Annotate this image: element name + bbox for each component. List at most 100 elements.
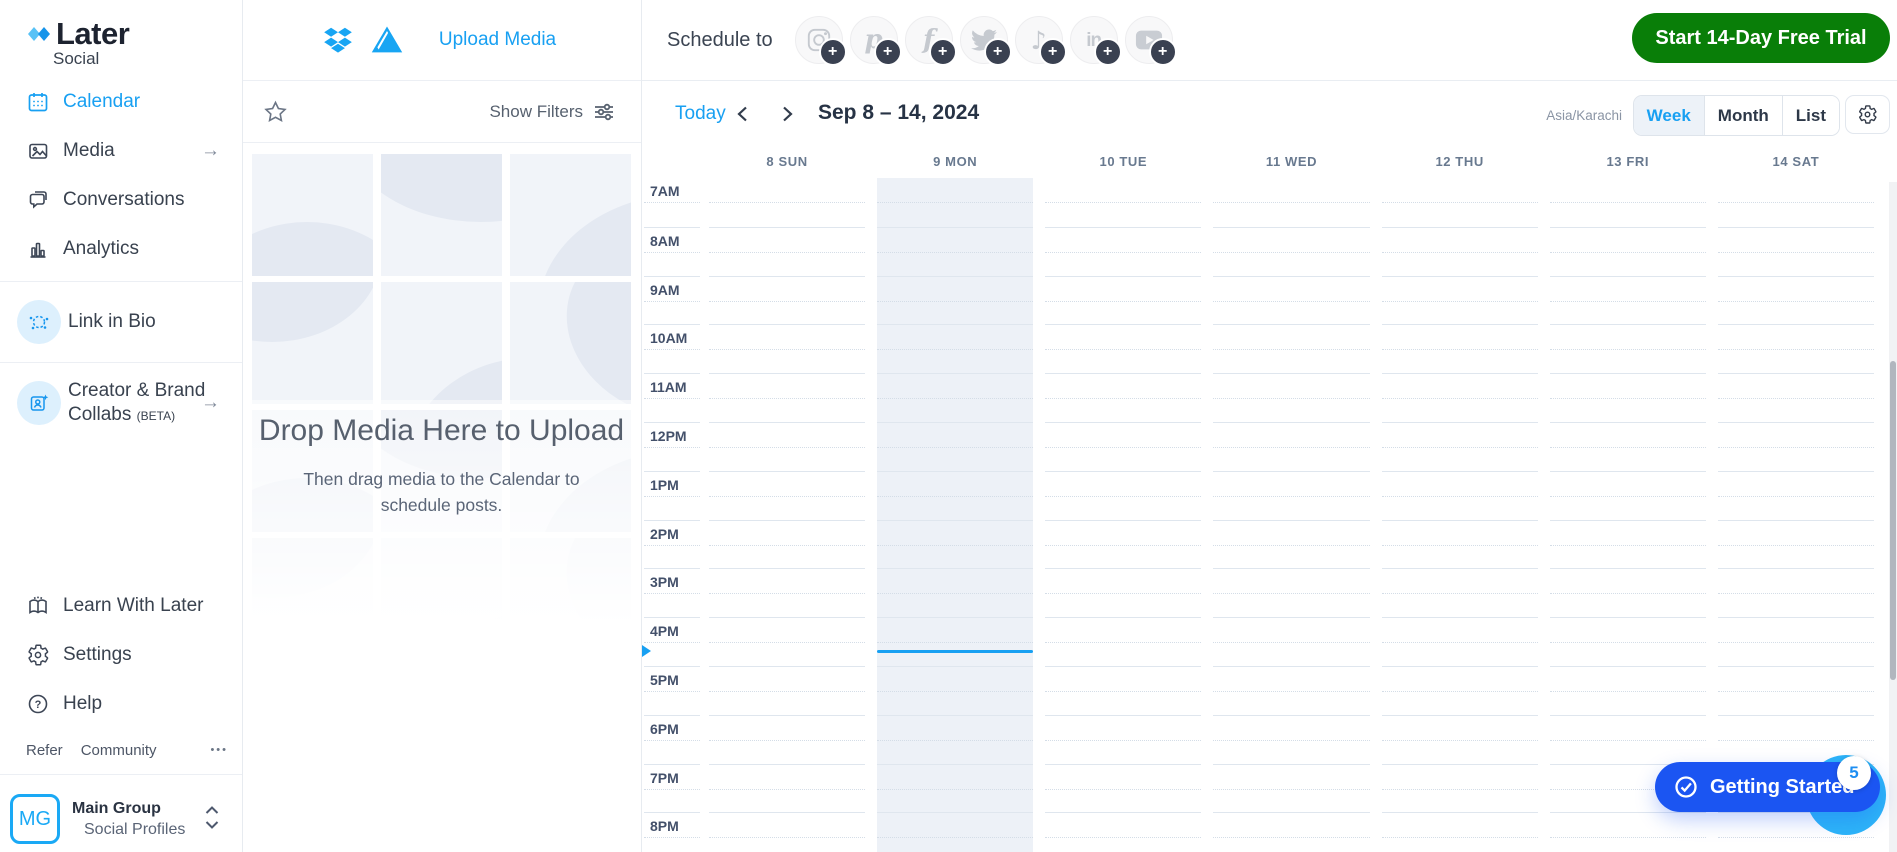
day-column[interactable] [703,178,871,852]
calendar-slot[interactable] [877,276,1033,325]
calendar-slot[interactable] [1550,617,1706,666]
start-free-trial-button[interactable]: Start 14-Day Free Trial [1632,13,1890,63]
add-account-plus-badge[interactable]: + [984,38,1012,66]
calendar-slot[interactable] [877,520,1033,569]
calendar-slot[interactable] [1550,568,1706,617]
calendar-slot[interactable] [1550,422,1706,471]
day-column[interactable] [871,178,1039,852]
calendar-slot[interactable] [1045,568,1201,617]
calendar-slot[interactable] [1382,324,1538,373]
calendar-slot[interactable] [1382,178,1538,227]
calendar-slot[interactable] [1045,178,1201,227]
calendar-slot[interactable] [1045,422,1201,471]
sidebar-item-analytics[interactable]: Analytics [0,224,242,273]
calendar-slot[interactable] [1550,324,1706,373]
calendar-slot[interactable] [877,471,1033,520]
calendar-slot[interactable] [709,422,865,471]
view-month-button[interactable]: Month [1704,96,1782,135]
calendar-slot[interactable] [1045,764,1201,813]
schedule-youtube-button[interactable]: + [1125,16,1173,64]
calendar-slot[interactable] [1045,520,1201,569]
calendar-slot[interactable] [709,715,865,764]
calendar-slot[interactable] [1213,422,1369,471]
calendar-slot[interactable] [1045,715,1201,764]
calendar-slot[interactable] [877,422,1033,471]
calendar-slot[interactable] [1213,373,1369,422]
calendar-slot[interactable] [1550,520,1706,569]
calendar-slot[interactable] [1718,568,1874,617]
calendar-slot[interactable] [1382,471,1538,520]
calendar-slot[interactable] [1550,812,1706,852]
view-week-button[interactable]: Week [1634,96,1704,135]
calendar-slot[interactable] [1382,422,1538,471]
calendar-slot[interactable] [1382,715,1538,764]
google-drive-import-button[interactable] [370,25,404,55]
calendar-slot[interactable] [1045,812,1201,852]
calendar-slot[interactable] [877,373,1033,422]
calendar-slot[interactable] [1382,373,1538,422]
calendar-slot[interactable] [1213,471,1369,520]
calendar-slot[interactable] [1718,471,1874,520]
calendar-slot[interactable] [1045,276,1201,325]
dropbox-import-button[interactable] [321,25,355,55]
calendar-slot[interactable] [709,276,865,325]
today-button[interactable]: Today [669,102,732,126]
sidebar-item-help[interactable]: ? Help [0,679,242,728]
sidebar-item-calendar[interactable]: Calendar [0,77,242,126]
calendar-slot[interactable] [1382,520,1538,569]
schedule-pinterest-button[interactable]: p + [850,16,898,64]
calendar-slot[interactable] [1045,227,1201,276]
expand-arrow-icon[interactable]: → [201,140,220,162]
community-link[interactable]: Community [81,742,157,759]
upload-media-button[interactable]: Upload Media [433,28,562,52]
calendar-slot[interactable] [1718,520,1874,569]
calendar-slot[interactable] [1550,471,1706,520]
vertical-scrollbar-thumb[interactable] [1890,361,1896,680]
refer-link[interactable]: Refer [26,742,63,759]
schedule-twitter-button[interactable]: + [960,16,1008,64]
day-column[interactable] [1039,178,1207,852]
calendar-slot[interactable] [1213,568,1369,617]
calendar-slot[interactable] [1213,520,1369,569]
calendar-slot[interactable] [1213,617,1369,666]
schedule-instagram-button[interactable]: + [795,16,843,64]
day-column[interactable] [1207,178,1375,852]
sidebar-item-media[interactable]: Media → [0,126,242,175]
calendar-slot[interactable] [1550,666,1706,715]
sidebar-item-settings[interactable]: Settings [0,630,242,679]
chevron-up-down-icon[interactable] [202,803,222,833]
calendar-slot[interactable] [1213,227,1369,276]
sidebar-item-learn-with-later[interactable]: Learn With Later [0,581,242,630]
add-account-plus-badge[interactable]: + [1094,38,1122,66]
profile-switcher[interactable]: MG Main Group Social Profiles [0,782,242,852]
favorites-star-icon[interactable] [262,99,289,125]
calendar-slot[interactable] [709,227,865,276]
calendar-slot[interactable] [877,764,1033,813]
calendar-slot[interactable] [1213,715,1369,764]
calendar-slot[interactable] [709,568,865,617]
view-list-button[interactable]: List [1782,96,1839,135]
schedule-tiktok-button[interactable]: ♪ + [1015,16,1063,64]
day-column[interactable] [1376,178,1544,852]
calendar-slot[interactable] [1718,373,1874,422]
more-options-icon[interactable]: ••• [210,744,228,756]
calendar-slot[interactable] [1045,666,1201,715]
calendar-slot[interactable] [1045,373,1201,422]
previous-week-button[interactable] [733,103,753,125]
schedule-facebook-button[interactable]: f + [905,16,953,64]
sidebar-item-conversations[interactable]: Conversations [0,175,242,224]
calendar-slot[interactable] [877,178,1033,227]
calendar-slot[interactable] [709,812,865,852]
calendar-slot[interactable] [1382,812,1538,852]
calendar-slot[interactable] [1550,373,1706,422]
add-account-plus-badge[interactable]: + [874,38,902,66]
later-logo[interactable]: Later Social [26,16,129,69]
timezone-label[interactable]: Asia/Karachi [1540,107,1628,124]
calendar-slot[interactable] [1213,276,1369,325]
next-week-button[interactable] [777,103,797,125]
calendar-slot[interactable] [709,764,865,813]
calendar-slot[interactable] [1213,324,1369,373]
calendar-slot[interactable] [1550,715,1706,764]
calendar-slot[interactable] [709,617,865,666]
calendar-slot[interactable] [1718,178,1874,227]
